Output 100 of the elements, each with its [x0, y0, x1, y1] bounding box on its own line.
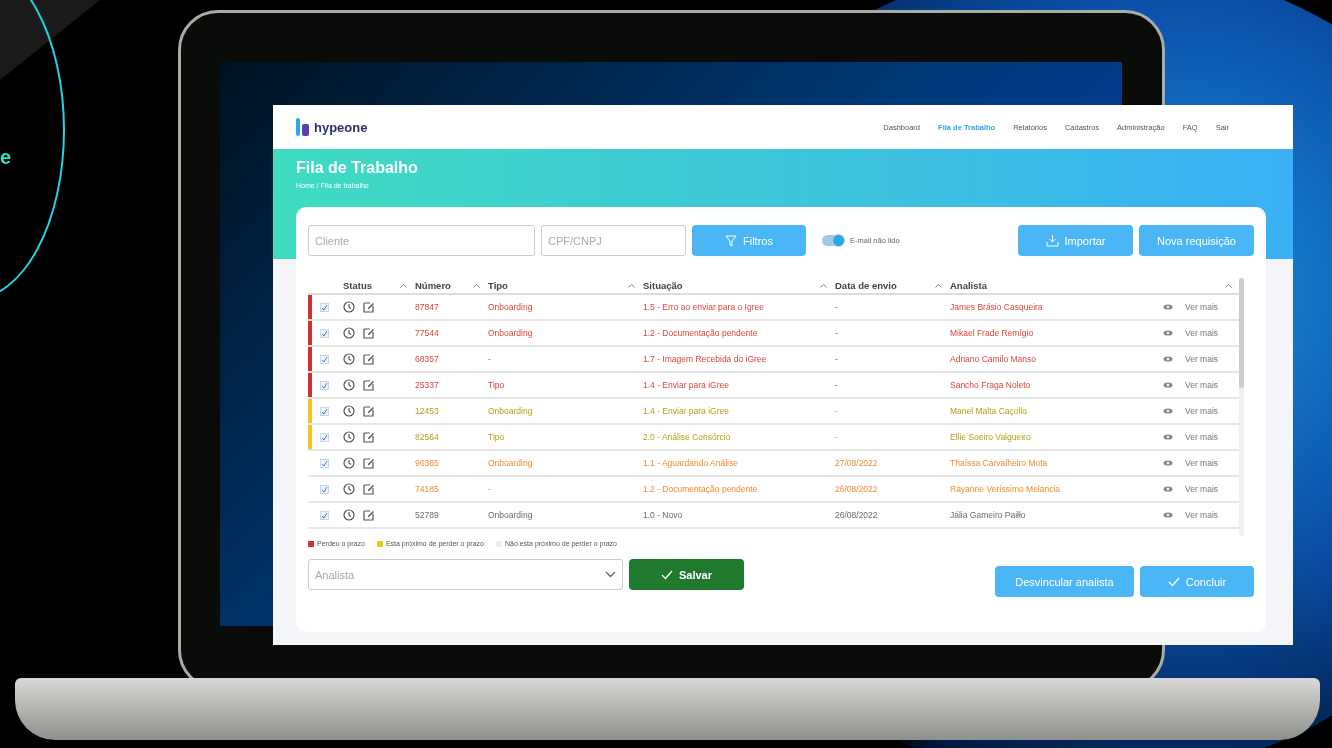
see-more-link[interactable]: Ver mais [1185, 432, 1219, 442]
analyst-cell-text: Jália Gameiro Paiłło [950, 510, 1027, 520]
logo-text: hypeone [314, 119, 368, 135]
sort-caret-icon[interactable] [473, 283, 480, 288]
eye-icon[interactable] [1163, 408, 1173, 414]
filter-icon [725, 234, 737, 247]
page-title: Fila de Trabalho [296, 159, 419, 177]
row-checkbox[interactable] [320, 406, 329, 416]
column-header: Situação [643, 280, 683, 291]
type-cell-text: Tipo [488, 380, 506, 390]
edit-icon[interactable] [363, 483, 375, 495]
number-cell-text: 77544 [415, 328, 440, 338]
sort-caret-icon[interactable] [1225, 283, 1232, 288]
client-input[interactable]: Cliente [308, 225, 535, 256]
status-cell-text: 1.0 - Novo [643, 510, 684, 520]
sort-caret-icon[interactable] [628, 283, 635, 288]
clock-icon [343, 457, 355, 469]
number-cell-text: 96385 [415, 458, 440, 468]
see-more-link[interactable]: Ver mais [1185, 458, 1219, 468]
clock-icon [343, 327, 355, 339]
toggle-switch[interactable] [822, 235, 844, 246]
eye-icon[interactable] [1163, 304, 1173, 310]
date-cell-text: - [835, 302, 839, 312]
edit-icon[interactable] [363, 353, 375, 365]
status-cell-text: 1.2 - Documentação pendente [643, 328, 759, 338]
column-header: Número [415, 280, 451, 291]
eye-icon[interactable] [1163, 434, 1173, 440]
cpf-input[interactable]: CPF/CNPJ [541, 225, 686, 256]
edit-icon[interactable] [363, 327, 375, 339]
analyst-cell-text: Thaíssa Carvalheiro Mota [950, 458, 1049, 468]
eye-icon[interactable] [1163, 486, 1173, 492]
see-more-link[interactable]: Ver mais [1185, 510, 1219, 520]
eye-icon[interactable] [1163, 382, 1173, 388]
type-cell-text: Onboarding [488, 458, 534, 468]
save-button[interactable]: Salvar [629, 559, 744, 590]
type-cell-text: - [488, 354, 492, 364]
column-header: Status [343, 280, 373, 291]
number-cell-text: 25337 [415, 380, 440, 390]
scrollbar[interactable] [1239, 278, 1244, 536]
date-cell-text: 26/08/2022 [835, 484, 879, 494]
see-more-link[interactable]: Ver mais [1185, 484, 1219, 494]
number-cell-text: 74185 [415, 484, 440, 494]
analyst-cell-text: Manel Malta Caçollo [950, 406, 1028, 416]
see-more-link[interactable]: Ver mais [1185, 354, 1219, 364]
number-cell-text: 87847 [415, 302, 440, 312]
clock-icon [343, 509, 355, 521]
download-icon [1045, 234, 1059, 247]
see-more-link[interactable]: Ver mais [1185, 302, 1219, 312]
edit-icon[interactable] [363, 509, 375, 521]
analyst-cell-text: Mikael Frade Remígio [950, 328, 1035, 338]
type-cell-text: - [488, 484, 492, 494]
row-checkbox[interactable] [320, 302, 329, 312]
clock-icon [343, 431, 355, 443]
row-checkbox[interactable] [320, 432, 329, 442]
clock-icon [343, 379, 355, 391]
row-checkbox[interactable] [320, 328, 329, 338]
date-cell-text: 27/08/2022 [835, 458, 879, 468]
number-cell-text: 52789 [415, 510, 440, 520]
eye-icon[interactable] [1163, 356, 1173, 362]
edit-icon[interactable] [363, 379, 375, 391]
sort-caret-icon[interactable] [820, 283, 827, 288]
eye-icon[interactable] [1163, 330, 1173, 336]
row-checkbox[interactable] [320, 484, 329, 494]
date-cell-text: - [835, 406, 839, 416]
edit-icon[interactable] [363, 457, 375, 469]
type-cell-text: Onboarding [488, 510, 534, 520]
type-cell-text: Tipo [488, 432, 506, 442]
date-cell-text: - [835, 354, 839, 364]
number-cell-text: 12453 [415, 406, 440, 416]
row-checkbox[interactable] [320, 380, 329, 390]
eye-icon[interactable] [1163, 512, 1173, 518]
sort-caret-icon[interactable] [935, 283, 942, 288]
status-cell-text: 1.4 - Enviar para iGree [643, 406, 730, 416]
column-header: Tipo [488, 280, 508, 291]
type-cell-text: Onboarding [488, 302, 534, 312]
status-cell-text: 1.2 - Documentação pendente [643, 484, 759, 494]
status-cell-text: 1.1 - Aguardando Análise [643, 458, 739, 468]
chevron-down-icon [605, 571, 616, 578]
row-checkbox[interactable] [320, 354, 329, 364]
number-cell-text: 82564 [415, 432, 440, 442]
check-icon [661, 569, 673, 580]
see-more-link[interactable]: Ver mais [1185, 380, 1219, 390]
status-cell-text: 1.4 - Enviar para iGree [643, 380, 730, 390]
sort-caret-icon[interactable] [400, 283, 407, 288]
column-header: Analista [950, 280, 987, 291]
eye-icon[interactable] [1163, 460, 1173, 466]
side-text: e [0, 146, 12, 169]
edit-icon[interactable] [363, 405, 375, 417]
analyst-cell-text: Sancho Fraga Noleto [950, 380, 1032, 390]
edit-icon[interactable] [363, 301, 375, 313]
edit-icon[interactable] [363, 431, 375, 443]
row-checkbox[interactable] [320, 458, 329, 468]
see-more-link[interactable]: Ver mais [1185, 406, 1219, 416]
column-header: Data de envio [835, 280, 897, 291]
row-checkbox[interactable] [320, 510, 329, 520]
clock-icon [343, 301, 355, 313]
see-more-link[interactable]: Ver mais [1185, 328, 1219, 338]
analyst-cell-text: Ellie Soeiro Valgueiro [950, 432, 1032, 442]
date-cell-text: - [835, 380, 839, 390]
type-cell-text: Onboarding [488, 328, 534, 338]
